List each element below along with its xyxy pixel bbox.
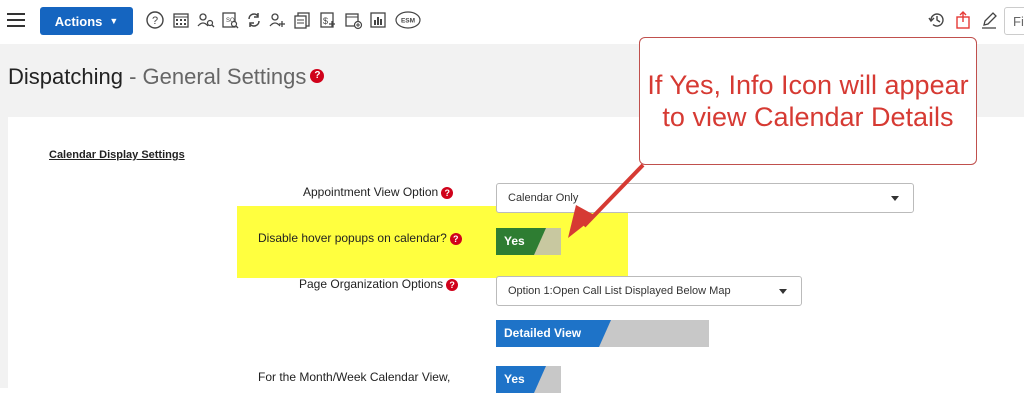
detail-view-value: Detailed View (504, 326, 582, 340)
appointment-view-select[interactable]: Calendar Only (496, 183, 914, 213)
chevron-down-icon (891, 196, 899, 201)
svg-text:$: $ (323, 16, 328, 26)
refresh-icon[interactable] (244, 10, 264, 30)
edit-icon[interactable] (979, 10, 999, 30)
month-week-value: Yes (504, 372, 525, 386)
actions-button[interactable]: Actions ▼ (40, 7, 133, 35)
disable-hover-value: Yes (504, 234, 525, 248)
page-org-select[interactable]: Option 1:Open Call List Displayed Below … (496, 276, 802, 306)
add-calendar-icon[interactable] (343, 10, 363, 30)
detail-view-toggle[interactable]: Detailed View (496, 320, 709, 347)
appointment-view-label: Appointment View Option? (303, 185, 454, 199)
search-placeholder: Fi (1013, 14, 1024, 29)
share-icon[interactable] (953, 10, 973, 30)
page-org-value: Option 1:Open Call List Displayed Below … (508, 285, 731, 297)
page-org-label: Page Organization Options? (299, 277, 459, 291)
month-week-label-text: For the Month/Week Calendar View, (258, 370, 451, 384)
help-icon[interactable]: ? (449, 232, 462, 245)
disable-hover-toggle[interactable]: Yes (496, 228, 561, 255)
document-search-icon[interactable]: SQ (220, 10, 240, 30)
month-week-toggle[interactable]: Yes (496, 366, 561, 393)
calendar-grid-icon[interactable] (171, 10, 191, 30)
help-icon[interactable]: ? (441, 186, 454, 199)
help-icon[interactable]: ? (446, 278, 459, 291)
help-icon[interactable]: ? (310, 69, 325, 84)
callout-box: If Yes, Info Icon will appear to view Ca… (639, 37, 977, 165)
add-user-icon[interactable] (267, 10, 287, 30)
esm-label: ESM (401, 18, 415, 25)
add-dollar-icon[interactable]: $ (318, 10, 338, 30)
page-org-label-text: Page Organization Options (299, 277, 444, 291)
section-title: Calendar Display Settings (49, 149, 185, 161)
appointment-view-value: Calendar Only (508, 192, 579, 204)
history-icon[interactable] (927, 10, 947, 30)
esm-icon[interactable]: ESM (394, 10, 422, 30)
chevron-down-icon (779, 289, 787, 294)
bar-chart-icon[interactable] (368, 10, 388, 30)
month-week-label: For the Month/Week Calendar View, (258, 370, 450, 384)
caret-down-icon: ▼ (109, 16, 119, 26)
page-title-main: Dispatching (8, 64, 123, 89)
actions-button-label: Actions (54, 13, 103, 29)
menu-icon[interactable] (7, 13, 25, 27)
page-title: Dispatching - General Settings? (8, 64, 325, 90)
svg-text:?: ? (152, 15, 158, 27)
user-search-icon[interactable] (196, 10, 216, 30)
disable-hover-label: Disable hover popups on calendar?? (258, 231, 462, 245)
appointment-view-label-text: Appointment View Option (303, 185, 439, 199)
page-title-separator: - (122, 64, 143, 89)
page-title-sub: General Settings (142, 64, 307, 89)
help-icon[interactable]: ? (145, 10, 165, 30)
copy-icon[interactable] (292, 10, 312, 30)
disable-hover-label-text: Disable hover popups on calendar? (258, 231, 447, 245)
callout-text: If Yes, Info Icon will appear to view Ca… (647, 70, 969, 132)
search-input[interactable]: Fi (1004, 7, 1024, 35)
